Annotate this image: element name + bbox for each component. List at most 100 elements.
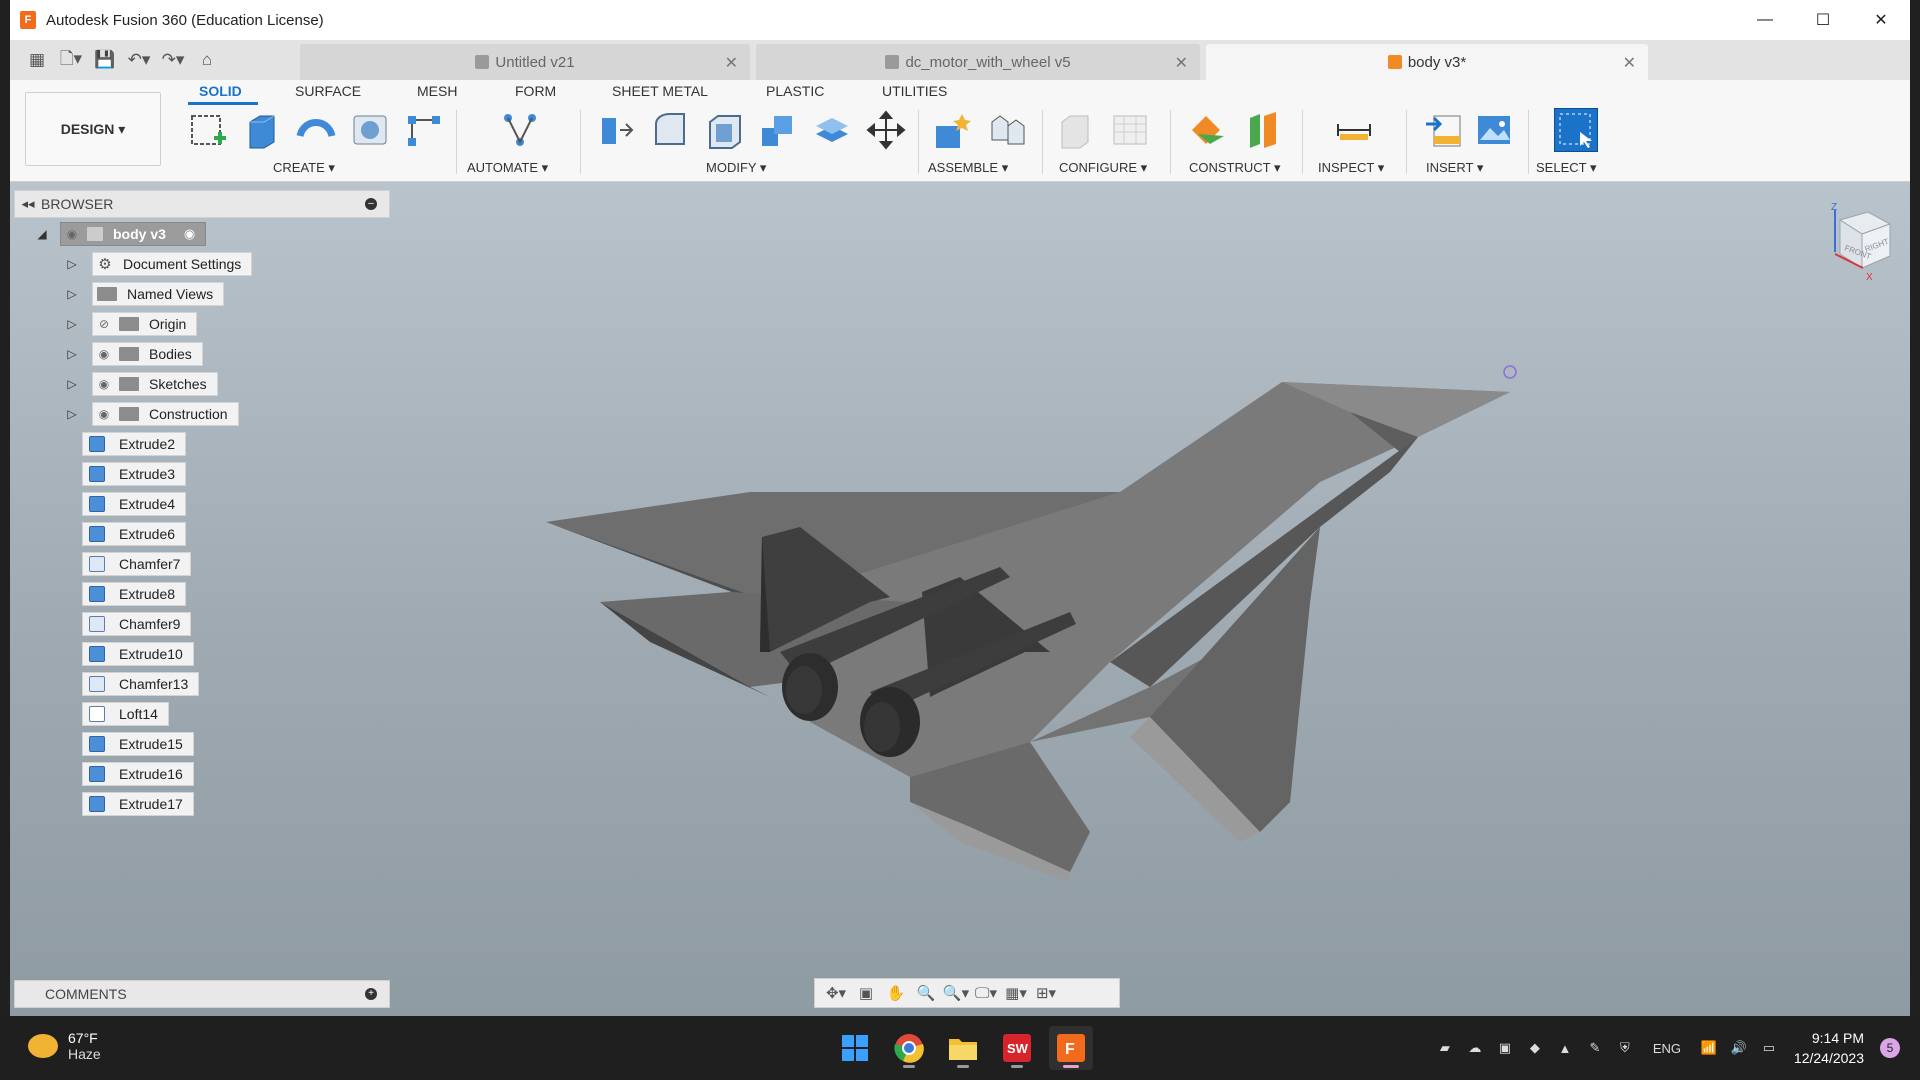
tab-close-icon[interactable]: ✕	[1175, 53, 1188, 73]
insert-canvas-icon[interactable]	[1472, 108, 1516, 152]
expand-arrow-icon[interactable]: ▷	[66, 377, 78, 391]
pen-tray-icon[interactable]: ✎	[1580, 1040, 1610, 1056]
zoom-window-icon[interactable]: 🔍▾	[941, 980, 971, 1006]
aircraft-model[interactable]	[10, 182, 1910, 1016]
zoom-icon[interactable]: 🔍	[911, 980, 941, 1006]
file-menu-icon[interactable]: 🗋▾	[54, 45, 88, 75]
tab-plastic[interactable]: PLASTIC	[766, 83, 824, 99]
tree-item-bodies[interactable]: ▷ ◉ Bodies	[62, 342, 203, 366]
tab-close-icon[interactable]: ✕	[725, 53, 738, 73]
browser-minimize-icon[interactable]: –	[365, 198, 377, 210]
feature-chamfer13[interactable]: Chamfer13	[82, 672, 200, 696]
redo-icon[interactable]: ↷▾	[156, 45, 190, 75]
select-icon[interactable]	[1554, 108, 1598, 152]
offset-plane-icon[interactable]	[1186, 108, 1230, 152]
visibility-eye-icon[interactable]: ◉	[93, 347, 115, 361]
fillet-icon[interactable]	[648, 108, 692, 152]
data-panel-grid-icon[interactable]: ▦	[20, 45, 54, 75]
expand-arrow-icon[interactable]: ▷	[66, 407, 78, 421]
tree-item-document-settings[interactable]: ▷ ⚙ Document Settings	[62, 252, 253, 276]
collapse-panel-icon[interactable]: ◂◂	[15, 196, 41, 212]
display-settings-icon[interactable]: 🖵▾	[971, 980, 1001, 1006]
language-indicator[interactable]: ENG	[1640, 1041, 1694, 1056]
configuration-table-icon[interactable]	[1108, 108, 1152, 152]
extrude-icon[interactable]	[240, 108, 284, 152]
tree-item-named-views[interactable]: ▷ Named Views	[62, 282, 225, 306]
volume-icon[interactable]: 🔊	[1724, 1040, 1754, 1056]
feature-extrude16[interactable]: Extrude16	[82, 762, 194, 786]
inspect-menu[interactable]: INSPECT ▾	[1318, 160, 1384, 176]
hole-icon[interactable]	[348, 108, 392, 152]
tree-item-origin[interactable]: ▷ ⊘ Origin	[62, 312, 198, 336]
tab-solid[interactable]: SOLID	[199, 83, 242, 99]
hidden-eye-icon[interactable]: ⊘	[93, 317, 115, 331]
tab-dc-motor[interactable]: dc_motor_with_wheel v5 ✕	[756, 44, 1200, 80]
tree-root[interactable]: ◢ ◉ body v3 ◉	[32, 222, 207, 246]
tab-sheet-metal[interactable]: SHEET METAL	[612, 83, 708, 99]
office-tray-icon[interactable]: ▲	[1550, 1041, 1580, 1056]
expand-arrow-icon[interactable]: ▷	[66, 347, 78, 361]
minimize-button[interactable]: —	[1736, 0, 1794, 40]
visibility-eye-icon[interactable]: ◉	[93, 407, 115, 421]
feature-extrude8[interactable]: Extrude8	[82, 582, 187, 606]
view-cube[interactable]: FRONT RIGHT Z X	[1810, 202, 1900, 292]
nvidia-tray-icon[interactable]: ▰	[1430, 1040, 1460, 1056]
joint-icon[interactable]	[984, 108, 1028, 152]
tab-close-icon[interactable]: ✕	[1623, 53, 1636, 73]
create-menu[interactable]: CREATE ▾	[273, 160, 335, 176]
look-at-icon[interactable]: ▣	[851, 980, 881, 1006]
notification-badge[interactable]: 5	[1880, 1038, 1900, 1058]
pan-hand-icon[interactable]: ✋	[881, 980, 911, 1006]
feature-extrude4[interactable]: Extrude4	[82, 492, 187, 516]
orbit-icon[interactable]: ✥▾	[821, 980, 851, 1006]
move-copy-icon[interactable]	[864, 108, 908, 152]
file-explorer-app[interactable]	[941, 1026, 985, 1070]
save-icon[interactable]: 💾	[88, 45, 122, 75]
feature-extrude6[interactable]: Extrude6	[82, 522, 187, 546]
visibility-eye-icon[interactable]: ◉	[93, 377, 115, 391]
tree-item-construction[interactable]: ▷ ◉ Construction	[62, 402, 239, 426]
plane-at-angle-icon[interactable]	[1242, 108, 1286, 152]
shield-tray-icon[interactable]: ⛨	[1610, 1040, 1640, 1056]
feature-extrude3[interactable]: Extrude3	[82, 462, 187, 486]
create-sketch-icon[interactable]	[186, 108, 230, 152]
tab-surface[interactable]: SURFACE	[295, 83, 361, 99]
configure-menu[interactable]: CONFIGURE ▾	[1059, 160, 1147, 176]
select-menu[interactable]: SELECT ▾	[1536, 160, 1596, 176]
insert-menu[interactable]: INSERT ▾	[1426, 160, 1483, 176]
undo-icon[interactable]: ↶▾	[122, 45, 156, 75]
feature-loft14[interactable]: Loft14	[82, 702, 169, 726]
expand-arrow-icon[interactable]: ▷	[66, 257, 78, 271]
comments-panel-header[interactable]: COMMENTS +	[14, 980, 390, 1008]
tree-item-sketches[interactable]: ▷ ◉ Sketches	[62, 372, 218, 396]
workspace-switcher[interactable]: DESIGN ▾	[25, 92, 161, 166]
feature-extrude15[interactable]: Extrude15	[82, 732, 194, 756]
visibility-eye-icon[interactable]: ◉	[61, 227, 83, 241]
feature-chamfer9[interactable]: Chamfer9	[82, 612, 192, 636]
combine-icon[interactable]	[756, 108, 800, 152]
construct-menu[interactable]: CONSTRUCT ▾	[1189, 160, 1281, 176]
press-pull-icon[interactable]	[594, 108, 638, 152]
new-component-icon[interactable]	[930, 108, 974, 152]
expand-arrow-icon[interactable]: ▷	[66, 287, 78, 301]
tab-utilities[interactable]: UTILITIES	[882, 83, 947, 99]
automate-icon[interactable]	[498, 108, 542, 152]
shell-icon[interactable]	[702, 108, 746, 152]
feature-extrude17[interactable]: Extrude17	[82, 792, 194, 816]
pattern-icon[interactable]	[402, 108, 446, 152]
onedrive-tray-icon[interactable]: ☁	[1460, 1040, 1490, 1056]
grid-settings-icon[interactable]: ▦▾	[1001, 980, 1031, 1006]
close-button[interactable]: ✕	[1852, 0, 1910, 40]
maximize-button[interactable]: ☐	[1794, 0, 1852, 40]
configure-icon[interactable]	[1054, 108, 1098, 152]
feature-extrude10[interactable]: Extrude10	[82, 642, 194, 666]
tab-form[interactable]: FORM	[515, 83, 556, 99]
tab-mesh[interactable]: MESH	[417, 83, 457, 99]
browser-panel-header[interactable]: ◂◂ BROWSER –	[14, 190, 390, 218]
viewports-icon[interactable]: ⊞▾	[1031, 980, 1061, 1006]
modify-menu[interactable]: MODIFY ▾	[706, 160, 766, 176]
expand-arrow-icon[interactable]: ▷	[66, 317, 78, 331]
feature-chamfer7[interactable]: Chamfer7	[82, 552, 192, 576]
app-tray-icon[interactable]: ▣	[1490, 1040, 1520, 1056]
weather-widget[interactable]: 67°F Haze	[28, 1030, 101, 1062]
